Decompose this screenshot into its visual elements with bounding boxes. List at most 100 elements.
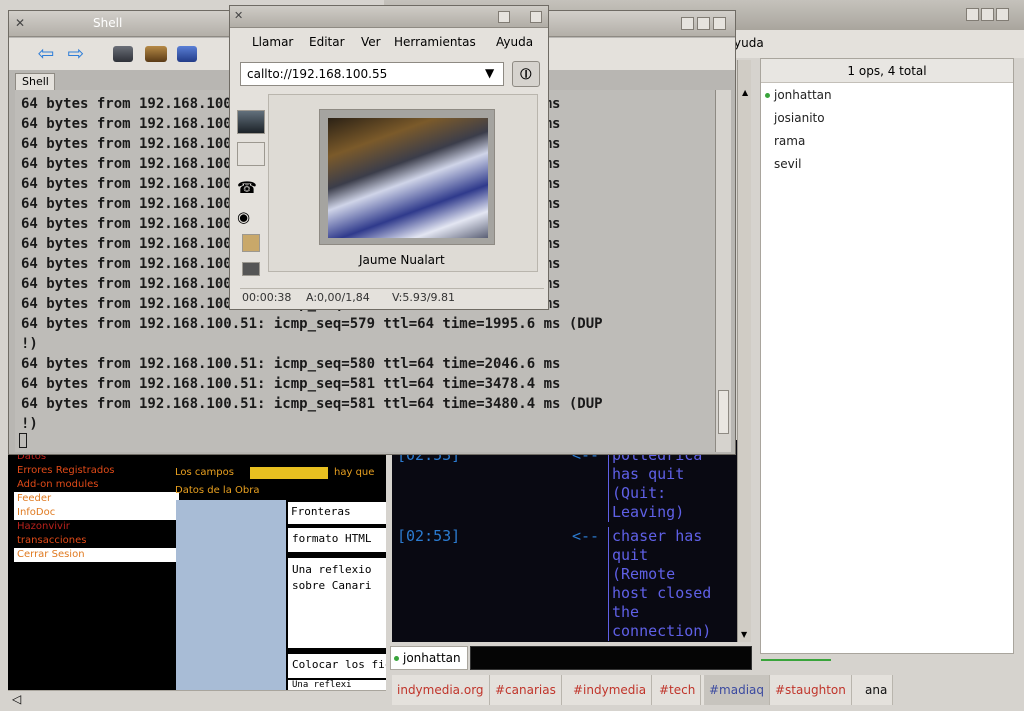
ekiga-menubar: Llamar Editar Ver Herramientas Ayuda (230, 29, 548, 55)
session-icon[interactable] (113, 46, 133, 62)
menu-editar[interactable]: Editar (309, 29, 345, 55)
close-icon[interactable]: ✕ (15, 16, 25, 30)
url-combo[interactable]: callto://192.168.100.55 ▼ (240, 62, 504, 86)
terminal-line: 64 bytes from 192.168.100.51: icmp_seq=5… (21, 376, 561, 392)
message-body: pottedrica has quit (Quit: Leaving) (608, 446, 702, 522)
message-line: the (612, 603, 640, 621)
tab-indymedia-org[interactable]: indymedia.org (392, 675, 490, 705)
forward-arrow-icon[interactable]: ⇨ (65, 41, 87, 65)
ekiga-titlebar: ✕ (230, 6, 548, 28)
irc-window-buttons[interactable] (966, 8, 1010, 23)
channel-tabs: indymedia.org #canarias #indymedia #tech… (392, 675, 894, 705)
caller-name: Jaume Nualart (359, 253, 445, 267)
connect-button[interactable]: ⦶ (512, 61, 540, 87)
message-line: connection) (612, 622, 712, 640)
required-highlight (250, 467, 328, 479)
web-page: Datos Errores Registrados Add-on modules… (8, 450, 386, 690)
back-arrow-icon[interactable]: ⇦ (35, 41, 57, 65)
terminal-line: !) (21, 336, 38, 352)
video-stats: V:5.93/9.81 (392, 291, 456, 304)
phone-icon[interactable]: ☎ (237, 178, 263, 200)
user-item[interactable]: josianito (774, 111, 825, 125)
menu-help[interactable]: yuda (734, 36, 764, 50)
user-item[interactable]: rama (774, 134, 805, 148)
settings-icon[interactable] (177, 46, 197, 62)
webcam-icon[interactable]: ◉ (237, 208, 263, 230)
ekiga-sidebar: ☎ ◉ (234, 94, 266, 284)
terminal-line: 64 bytes from 192.168.100.51: icmp_seq=5… (21, 356, 561, 372)
terminal-cursor (19, 433, 27, 448)
field-format[interactable]: formato HTML (288, 528, 386, 552)
maximize-icon[interactable] (697, 17, 710, 30)
close-icon[interactable] (996, 8, 1009, 21)
close-icon[interactable]: ✕ (234, 9, 243, 22)
tab-ana[interactable]: ana (860, 675, 894, 705)
history-icon[interactable] (242, 262, 260, 276)
maximize-icon[interactable] (981, 8, 994, 21)
minimize-icon[interactable] (681, 17, 694, 30)
field-description[interactable]: Una reflexio sobre Canari (288, 558, 386, 648)
form-labels (176, 500, 286, 690)
tab-madiaq[interactable]: #madiaq (704, 675, 771, 705)
message-line: Leaving) (612, 503, 685, 521)
menu-transacciones[interactable]: transacciones (14, 534, 179, 548)
video-view-icon[interactable] (237, 110, 265, 134)
menu-hazonvivir[interactable]: Hazonvivir (14, 520, 179, 534)
section-title: Datos de la Obra (175, 485, 260, 496)
scroll-up-icon[interactable]: ▲ (742, 88, 748, 97)
message-line: (Remote (612, 565, 676, 583)
close-icon[interactable] (530, 11, 542, 23)
menu-ver[interactable]: Ver (361, 29, 381, 55)
scroll-down-icon[interactable]: ▼ (741, 630, 747, 639)
video-image (328, 118, 488, 238)
menu-cerrar-sesion[interactable]: Cerrar Sesion (14, 548, 179, 562)
terminal-line: !) (21, 416, 38, 432)
userlist-divider (761, 659, 831, 661)
scroll-thumb[interactable] (718, 390, 729, 434)
terminal-scrollbar[interactable] (715, 90, 731, 452)
message-line: quit (612, 546, 649, 564)
chat-log: [02:53] <-- pottedrica has quit (Quit: L… (392, 440, 737, 642)
web-statusbar: ◁ (8, 690, 386, 708)
terminal-title: Shell (93, 16, 123, 30)
sliders-icon[interactable] (237, 142, 265, 166)
audio-stats: A:0,00/1,84 (306, 291, 370, 304)
terminal-tab-label: Shell (22, 75, 49, 88)
menu-errores[interactable]: Errores Registrados (14, 464, 179, 478)
minimize-icon[interactable] (966, 8, 979, 21)
menu-herramientas[interactable]: Herramientas (394, 29, 476, 55)
tab-indymedia[interactable]: #indymedia (568, 675, 653, 705)
tab-staughton[interactable]: #staughton (770, 675, 852, 705)
menu-ayuda[interactable]: Ayuda (496, 29, 533, 55)
menu-llamar[interactable]: Llamar (252, 29, 293, 55)
tab-tech[interactable]: #tech (654, 675, 702, 705)
userlist-count: 1 ops, 4 total (847, 64, 927, 78)
message-time: [02:53] (397, 527, 461, 545)
field-files[interactable]: Colocar los fic (288, 654, 386, 678)
chevron-down-icon[interactable]: ▼ (485, 66, 494, 80)
user-item[interactable]: jonhattan (774, 88, 832, 102)
history-icon[interactable] (145, 46, 167, 62)
chat-scrollbar[interactable]: ▲ ▼ (737, 60, 751, 642)
url-text: callto://192.168.100.55 (247, 67, 388, 81)
terminal-line: 64 bytes from 192.168.100.51: icmp_seq=5… (21, 396, 603, 412)
menu-infodoc[interactable]: InfoDoc (14, 506, 179, 520)
message-input[interactable] (470, 646, 752, 670)
terminal-tab[interactable]: Shell (15, 73, 55, 90)
user-item[interactable]: sevil (774, 157, 801, 171)
ekiga-window: ✕ Llamar Editar Ver Herramientas Ayuda c… (229, 5, 549, 310)
field-title[interactable]: Fronteras (288, 502, 386, 524)
close-icon[interactable] (713, 17, 726, 30)
terminal-window-buttons[interactable] (681, 17, 729, 31)
field-extra[interactable]: Una reflexi (288, 680, 386, 690)
addressbook-icon[interactable] (242, 234, 260, 252)
web-sidebar-menu: Datos Errores Registrados Add-on modules… (14, 450, 179, 690)
minimize-icon[interactable] (498, 11, 510, 23)
video-frame (319, 109, 495, 245)
required-notice-suffix: hay que (334, 467, 375, 478)
tab-canarias[interactable]: #canarias (490, 675, 562, 705)
nick-label[interactable]: jonhattan (390, 646, 468, 670)
required-notice: Los campos (175, 467, 234, 478)
menu-feeder[interactable]: Feeder (14, 492, 179, 506)
menu-addon[interactable]: Add-on modules (14, 478, 179, 492)
